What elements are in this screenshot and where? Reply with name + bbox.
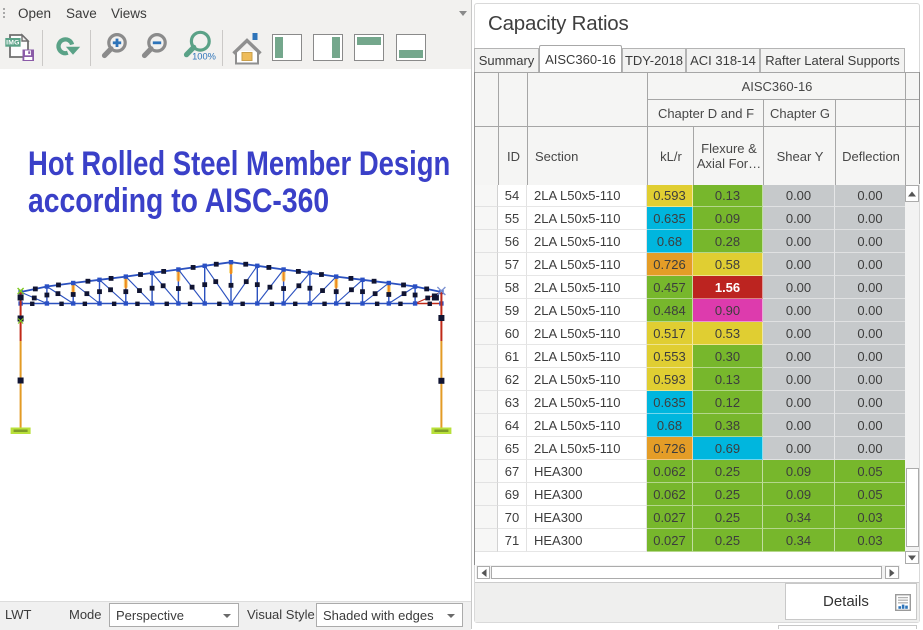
svg-text:IMG: IMG (6, 40, 19, 47)
svg-text:100%: 100% (192, 51, 216, 61)
